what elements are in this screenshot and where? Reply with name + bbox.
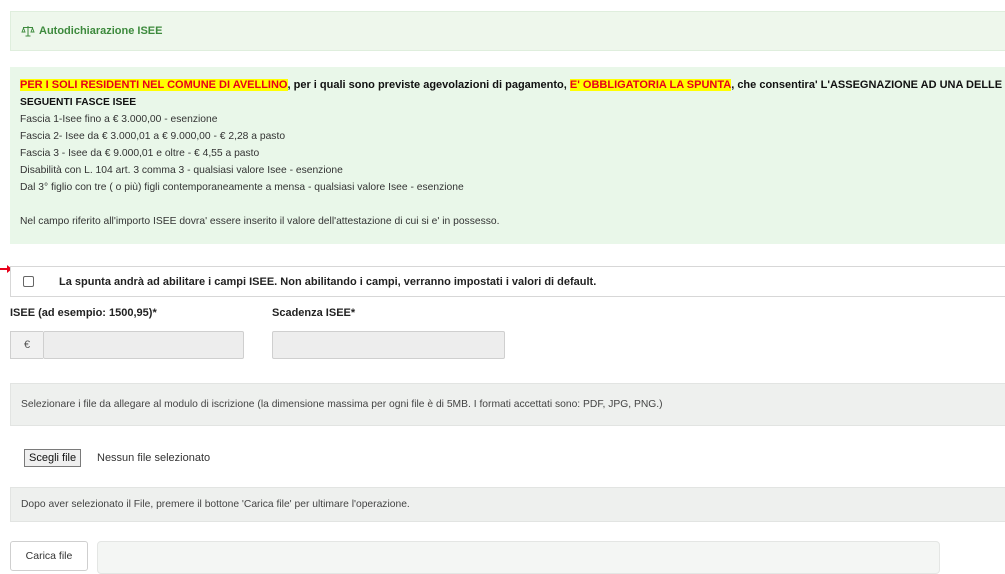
euro-prefix: € xyxy=(10,331,43,359)
upload-hint-text: Dopo aver selezionato il File, premere i… xyxy=(21,499,410,510)
notice-footer: Nel campo riferito all'importo ISEE dovr… xyxy=(20,216,500,227)
upload-file-button[interactable]: Carica file xyxy=(10,541,88,571)
band-line: Fascia 3 - Isee da € 9.000,01 e oltre - … xyxy=(20,148,260,159)
isee-label: ISEE (ad esempio: 1500,95)* xyxy=(10,307,157,319)
isee-info-panel: PER I SOLI RESIDENTI NEL COMUNE DI AVELL… xyxy=(10,67,1005,244)
file-status: Nessun file selezionato xyxy=(97,452,211,464)
enable-isee-row[interactable]: La spunta andrà ad abilitare i campi ISE… xyxy=(10,266,1005,297)
attachments-instructions: Selezionare i file da allegare al modulo… xyxy=(10,383,1005,426)
pointer-arrow-icon xyxy=(0,265,12,273)
section-header: Autodichiarazione ISEE xyxy=(10,11,1005,51)
notice-text-2: , che consentira' L'ASSEGNAZIONE AD UNA … xyxy=(731,79,1003,91)
attachments-instructions-text: Selezionare i file da allegare al modulo… xyxy=(21,399,663,410)
notice-text-1: , per i quali sono previste agevolazioni… xyxy=(287,79,570,91)
expiry-label: Scadenza ISEE* xyxy=(272,307,356,319)
band-line: Fascia 2- Isee da € 3.000,01 a € 9.000,0… xyxy=(20,131,286,142)
notice-lead: PER I SOLI RESIDENTI NEL COMUNE DI AVELL… xyxy=(20,77,1005,94)
bands-title: SEGUENTI FASCE ISEE xyxy=(20,97,137,108)
choose-file-button[interactable]: Scegli file xyxy=(24,449,82,467)
upload-progress-area xyxy=(97,541,940,574)
isee-input[interactable] xyxy=(43,331,244,359)
section-title: Autodichiarazione ISEE xyxy=(39,25,163,37)
scale-icon xyxy=(21,25,35,37)
enable-isee-checkbox[interactable] xyxy=(23,276,34,287)
expiry-input[interactable] xyxy=(272,331,505,359)
mandatory-highlight: E' OBBLIGATORIA LA SPUNTA xyxy=(569,79,732,91)
band-line: Fascia 1-Isee fino a € 3.000,00 - esenzi… xyxy=(20,114,218,125)
upload-hint: Dopo aver selezionato il File, premere i… xyxy=(10,487,1005,522)
band-line: Disabilità con L. 104 art. 3 comma 3 - q… xyxy=(20,165,343,176)
band-line: Dal 3° figlio con tre ( o più) figli con… xyxy=(20,182,464,193)
enable-isee-label: La spunta andrà ad abilitare i campi ISE… xyxy=(59,275,597,288)
residents-highlight: PER I SOLI RESIDENTI NEL COMUNE DI AVELL… xyxy=(20,79,288,91)
